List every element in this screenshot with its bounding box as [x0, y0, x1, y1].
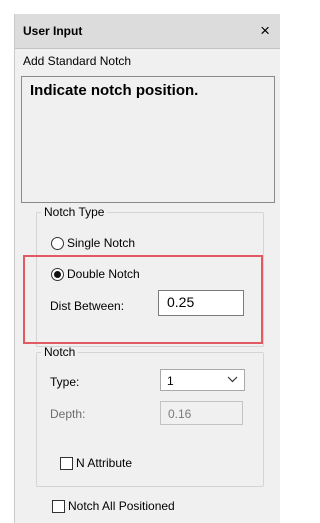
depth-input[interactable]: 0.16: [160, 401, 243, 425]
type-label: Type:: [50, 375, 80, 389]
single-notch-radio-button[interactable]: [51, 236, 64, 250]
type-select[interactable]: 1: [160, 369, 245, 391]
dist-between-label: Dist Between:: [50, 299, 125, 313]
double-notch-label: Double Notch: [67, 267, 140, 281]
notch-all-positioned-checkbox-box[interactable]: [52, 499, 65, 513]
single-notch-radio[interactable]: Single Notch: [51, 236, 135, 250]
n-attribute-checkbox-box[interactable]: [60, 456, 73, 470]
notch-all-positioned-label: Notch All Positioned: [68, 499, 175, 513]
depth-label: Depth:: [50, 407, 86, 421]
n-attribute-checkbox[interactable]: N Attribute: [60, 456, 132, 470]
double-notch-radio[interactable]: Double Notch: [51, 267, 140, 281]
prompt-box: Indicate notch position.: [21, 76, 275, 203]
notch-type-legend: Notch Type: [44, 205, 105, 219]
type-value: 1: [167, 374, 174, 388]
single-notch-label: Single Notch: [67, 236, 136, 250]
double-notch-radio-button[interactable]: [51, 267, 64, 281]
notch-legend: Notch: [44, 345, 76, 359]
command-name: Add Standard Notch: [23, 54, 132, 68]
prompt-text: Indicate notch position.: [30, 82, 199, 99]
chevron-down-icon[interactable]: [227, 372, 238, 389]
close-icon[interactable]: ×: [260, 21, 270, 41]
panel-title: User Input: [23, 24, 83, 38]
n-attribute-label: N Attribute: [76, 456, 133, 470]
title-bar: User Input ×: [15, 14, 280, 49]
notch-all-positioned-checkbox[interactable]: Notch All Positioned: [52, 499, 175, 513]
dist-between-input[interactable]: 0.25: [158, 290, 244, 316]
